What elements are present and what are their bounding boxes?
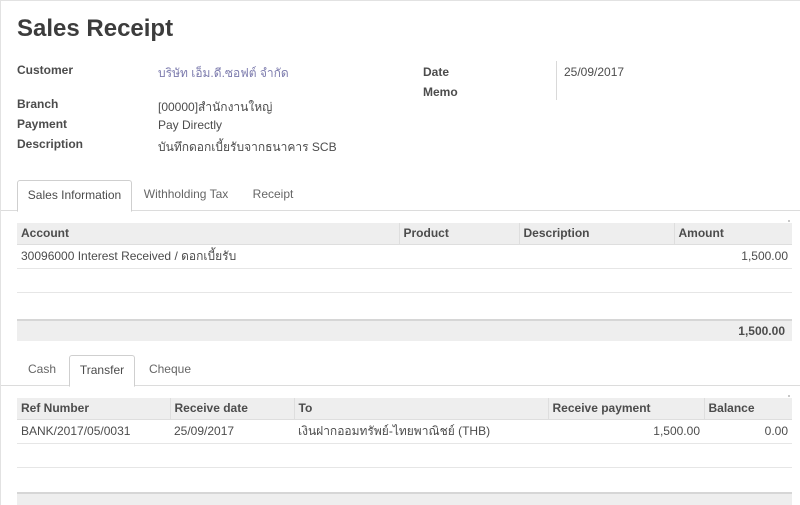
col-amount[interactable]: Amount [673,223,792,245]
col-product[interactable]: Product [398,223,519,245]
description-value: บันทึกดอกเบี้ยรับจากธนาคาร SCB [158,140,337,154]
col-to[interactable]: To [293,398,548,420]
branch-value: [00000]สำนักงานใหญ่ [158,100,273,114]
col-ref-number[interactable]: Ref Number [17,398,170,420]
sales-lines-table: Account Product Description Amount 30096… [17,223,792,293]
tab-transfer[interactable]: Transfer [69,355,135,387]
col-balance[interactable]: Balance [703,398,792,420]
table-header-row: Account Product Description Amount [17,223,792,245]
lines-total: 1,500.00 [738,324,785,338]
cell-account: 30096000 Interest Received / ดอกเบี้ยรับ [17,244,399,269]
empty-row [17,268,792,293]
table-row[interactable]: BANK/2017/05/0031 25/09/2017 เงินฝากออมท… [17,419,792,444]
col-receive-date[interactable]: Receive date [169,398,294,420]
customer-label: Customer [17,63,74,77]
main-tabs: Sales Information Withholding Tax Receip… [1,180,800,212]
payment-tabs: Cash Transfer Cheque [1,355,800,387]
date-label: Date [423,65,450,79]
payment-value: Pay Directly [158,118,223,132]
empty-row [17,443,792,468]
payment-label: Payment [17,117,68,131]
tab-withholding-tax[interactable]: Withholding Tax [135,180,237,211]
col-receive-payment[interactable]: Receive payment [547,398,704,420]
cell-ref-number: BANK/2017/05/0031 [17,419,170,444]
col-account[interactable]: Account [17,223,399,245]
resize-handle-2 [788,395,790,397]
table-header-row: Ref Number Receive date To Receive payme… [17,398,792,420]
field-separator [556,61,557,100]
cell-product [399,244,519,269]
cell-receive-payment: 1,500.00 [548,419,704,444]
lines-total-row: 1,500.00 [17,319,792,341]
resize-handle [788,220,790,222]
cell-description [519,244,674,269]
cell-balance: 0.00 [704,419,792,444]
cell-to: เงินฝากออมทรัพย์-ไทยพาณิชย์ (THB) [294,419,548,444]
page-title: Sales Receipt [17,15,174,42]
date-value: 25/09/2017 [564,65,625,79]
tab-cash[interactable]: Cash [17,355,67,386]
transfer-total-row [17,492,792,505]
cell-receive-date: 25/09/2017 [170,419,294,444]
tab-sales-information[interactable]: Sales Information [17,180,132,212]
memo-label: Memo [423,85,458,99]
cell-amount: 1,500.00 [674,244,792,269]
tab-receipt[interactable]: Receipt [242,180,304,211]
tab-cheque[interactable]: Cheque [137,355,203,386]
branch-label: Branch [17,97,59,111]
table-row[interactable]: 30096000 Interest Received / ดอกเบี้ยรับ… [17,244,792,269]
description-label: Description [17,137,84,151]
customer-link[interactable]: บริษัท เอ็ม.ดี.ซอฟต์ จำกัด [158,64,289,83]
col-description[interactable]: Description [518,223,674,245]
form-sheet: Sales Receipt Customer บริษัท เอ็ม.ดี.ซอ… [0,0,800,505]
transfer-table: Ref Number Receive date To Receive payme… [17,398,792,468]
